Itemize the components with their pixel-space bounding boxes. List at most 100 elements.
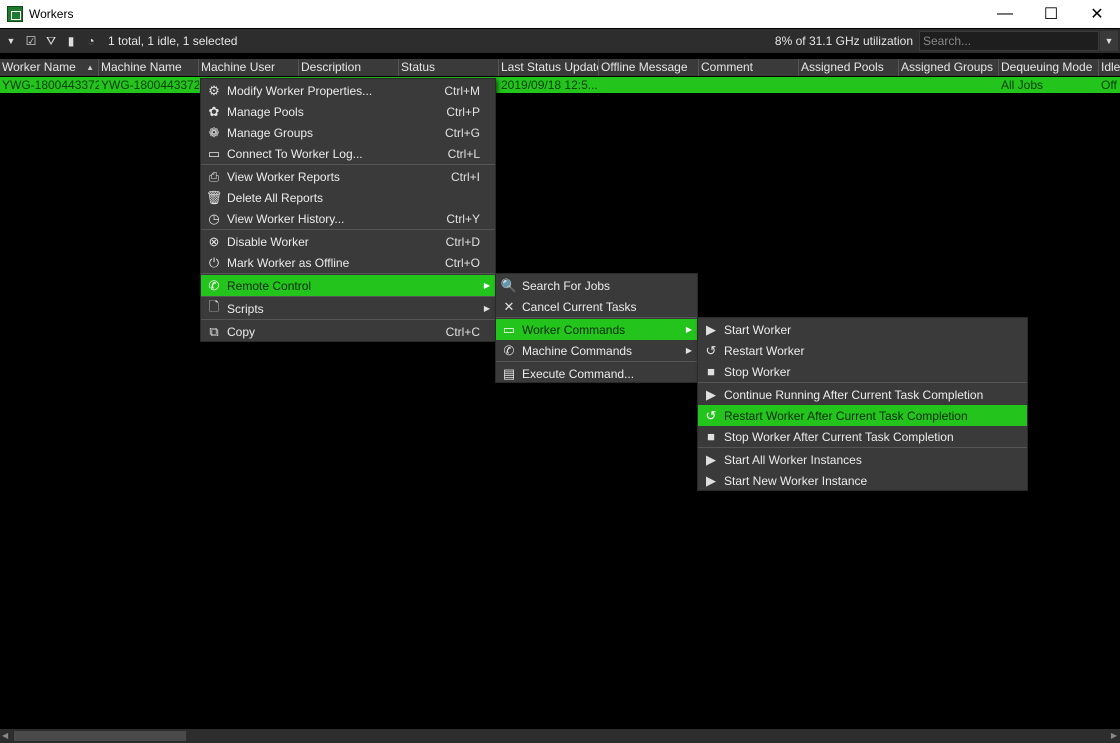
menu-item-restart-worker-after-task[interactable]: ↺ Restart Worker After Current Task Compl… — [698, 405, 1027, 426]
column-status[interactable]: Status — [399, 59, 499, 76]
menu-separator — [496, 317, 697, 318]
cell-idle: Off — [1101, 78, 1117, 92]
menu-item-scripts[interactable]: 🗋 Scripts ▶ — [201, 298, 495, 319]
menu-item-connect-to-worker-log[interactable]: ▭ Connect To Worker Log... Ctrl+L — [201, 143, 495, 164]
disable-icon: ⊗ — [208, 233, 220, 249]
menu-separator — [201, 273, 495, 274]
cell-worker-name: YWG-1800443372 — [2, 78, 99, 92]
horizontal-scrollbar[interactable]: ◀ ▶ — [0, 729, 1120, 743]
search-icon: 🔍 — [500, 277, 518, 293]
menu-item-stop-worker[interactable]: ■ Stop Worker — [698, 361, 1027, 382]
menu-separator — [201, 319, 495, 320]
gear-icon: ⚙ — [208, 82, 220, 98]
column-idle[interactable]: Idle — [1099, 59, 1120, 76]
menu-item-restart-worker[interactable]: ↺ Restart Worker — [698, 340, 1027, 361]
menu-item-mark-worker-offline[interactable]: ⏻ Mark Worker as Offline Ctrl+O — [201, 252, 495, 273]
minimize-button[interactable]: — — [982, 0, 1028, 28]
cell-machine-name: YWG-1800443372 — [101, 78, 199, 92]
cell-dequeuing-mode: All Jobs — [1001, 78, 1044, 92]
menu-item-remote-control[interactable]: ✆ Remote Control ▶ — [201, 275, 495, 296]
menu-item-execute-command[interactable]: ▤ Execute Command... — [496, 363, 697, 384]
cell-last-status-update: 2019/09/18 12:5... — [501, 78, 598, 92]
context-menu: ⚙ Modify Worker Properties... Ctrl+M ✿ Mana… — [200, 78, 496, 342]
copy-icon: ⧉ — [209, 323, 219, 339]
menu-item-delete-all-reports[interactable]: 🗑 Delete All Reports — [201, 187, 495, 208]
close-button[interactable]: ✕ — [1074, 0, 1120, 28]
bookmark-icon[interactable]: ▮ — [62, 32, 80, 50]
search-input[interactable]: Search... — [919, 31, 1099, 51]
app-icon — [7, 6, 23, 22]
column-assigned-pools[interactable]: Assigned Pools — [799, 59, 899, 76]
dropdown-icon[interactable]: ▼ — [2, 32, 20, 50]
close-icon: ✕ — [503, 298, 515, 314]
submenu-arrow-icon: ▶ — [483, 281, 490, 290]
trash-icon: 🗑 — [205, 189, 223, 205]
menu-item-modify-worker-properties[interactable]: ⚙ Modify Worker Properties... Ctrl+M — [201, 80, 495, 101]
stop-icon: ■ — [707, 364, 715, 379]
sort-ascending-icon: ▲ — [86, 63, 94, 72]
menu-separator — [698, 447, 1027, 448]
menu-item-worker-commands[interactable]: ▭ Worker Commands ▶ — [496, 319, 697, 340]
column-last-status-update[interactable]: Last Status Update — [499, 59, 599, 76]
play-icon: ▶ — [706, 451, 716, 467]
column-machine-user[interactable]: Machine User — [199, 59, 299, 76]
utilization-text: 8% of 31.1 GHz utilization — [774, 34, 913, 48]
power-icon: ⏻ — [208, 254, 220, 270]
monitor-icon: ▭ — [207, 145, 221, 161]
menu-separator — [201, 164, 495, 165]
column-description[interactable]: Description — [299, 59, 399, 76]
select-icon[interactable]: ☑ — [22, 32, 40, 50]
menu-item-start-all-worker-instances[interactable]: ▶ Start All Worker Instances — [698, 449, 1027, 470]
remote-icon: ✆ — [503, 342, 515, 358]
filter-icon[interactable]: ⛛ — [42, 32, 60, 50]
column-worker-name[interactable]: Worker Name ▲ — [0, 59, 99, 76]
menu-item-disable-worker[interactable]: ⊗ Disable Worker Ctrl+D — [201, 231, 495, 252]
scroll-left-icon[interactable]: ◀ — [2, 729, 8, 743]
column-assigned-groups[interactable]: Assigned Groups — [899, 59, 999, 76]
scroll-right-icon[interactable]: ▶ — [1111, 729, 1117, 743]
menu-item-search-for-jobs[interactable]: 🔍 Search For Jobs — [496, 275, 697, 296]
search-dropdown-icon[interactable]: ▼ — [1100, 31, 1118, 51]
toolbar: ▼ ☑ ⛛ ▮ ◔ 1 total, 1 idle, 1 selected 8%… — [0, 29, 1120, 53]
menu-item-view-worker-reports[interactable]: ⎙ View Worker Reports Ctrl+I — [201, 166, 495, 187]
restart-icon: ↺ — [705, 342, 717, 358]
column-comment[interactable]: Comment — [699, 59, 799, 76]
column-offline-message[interactable]: Offline Message — [599, 59, 699, 76]
menu-separator — [201, 296, 495, 297]
menu-item-cancel-current-tasks[interactable]: ✕ Cancel Current Tasks — [496, 296, 697, 317]
remote-control-submenu: 🔍 Search For Jobs ✕ Cancel Current Tasks ▭… — [495, 273, 698, 383]
column-header: Worker Name ▲ Machine Name Machine User D… — [0, 59, 1120, 76]
menu-item-manage-groups[interactable]: ❁ Manage Groups Ctrl+G — [201, 122, 495, 143]
menu-item-copy[interactable]: ⧉ Copy Ctrl+C — [201, 321, 495, 342]
column-dequeuing-mode[interactable]: Dequeuing Mode — [999, 59, 1099, 76]
stop-icon: ■ — [707, 429, 715, 444]
monitor-icon: ▭ — [502, 321, 516, 337]
play-icon: ▶ — [706, 321, 716, 337]
menu-item-stop-worker-after-task[interactable]: ■ Stop Worker After Current Task Completi… — [698, 426, 1027, 447]
submenu-arrow-icon: ▶ — [685, 346, 692, 355]
menu-item-manage-pools[interactable]: ✿ Manage Pools Ctrl+P — [201, 101, 495, 122]
menu-separator — [201, 229, 495, 230]
printer-icon: ⎙ — [208, 168, 220, 184]
document-icon: 🗋 — [208, 298, 220, 314]
groups-icon: ❁ — [208, 124, 220, 140]
window-title: Workers — [29, 7, 74, 21]
pools-icon: ✿ — [208, 103, 220, 119]
scrollbar-thumb[interactable] — [14, 731, 186, 741]
menu-item-machine-commands[interactable]: ✆ Machine Commands ▶ — [496, 340, 697, 361]
play-icon: ▶ — [706, 386, 716, 402]
column-machine-name[interactable]: Machine Name — [99, 59, 199, 76]
selection-summary: 1 total, 1 idle, 1 selected — [108, 34, 238, 48]
menu-item-start-worker[interactable]: ▶ Start Worker — [698, 319, 1027, 340]
pie-chart-icon[interactable]: ◔ — [82, 32, 100, 50]
menu-item-continue-running-after-task[interactable]: ▶ Continue Running After Current Task Com… — [698, 384, 1027, 405]
menu-item-view-worker-history[interactable]: ◷ View Worker History... Ctrl+Y — [201, 208, 495, 229]
submenu-arrow-icon: ▶ — [685, 325, 692, 334]
menu-item-start-new-worker-instance[interactable]: ▶ Start New Worker Instance — [698, 470, 1027, 491]
menu-separator — [496, 361, 697, 362]
maximize-button[interactable]: ☐ — [1028, 0, 1074, 28]
history-icon: ◷ — [208, 210, 220, 226]
menu-separator — [698, 382, 1027, 383]
play-icon: ▶ — [706, 472, 716, 488]
table-row[interactable]: YWG-1800443372 YWG-1800443372 2019/09/18… — [0, 77, 1120, 93]
